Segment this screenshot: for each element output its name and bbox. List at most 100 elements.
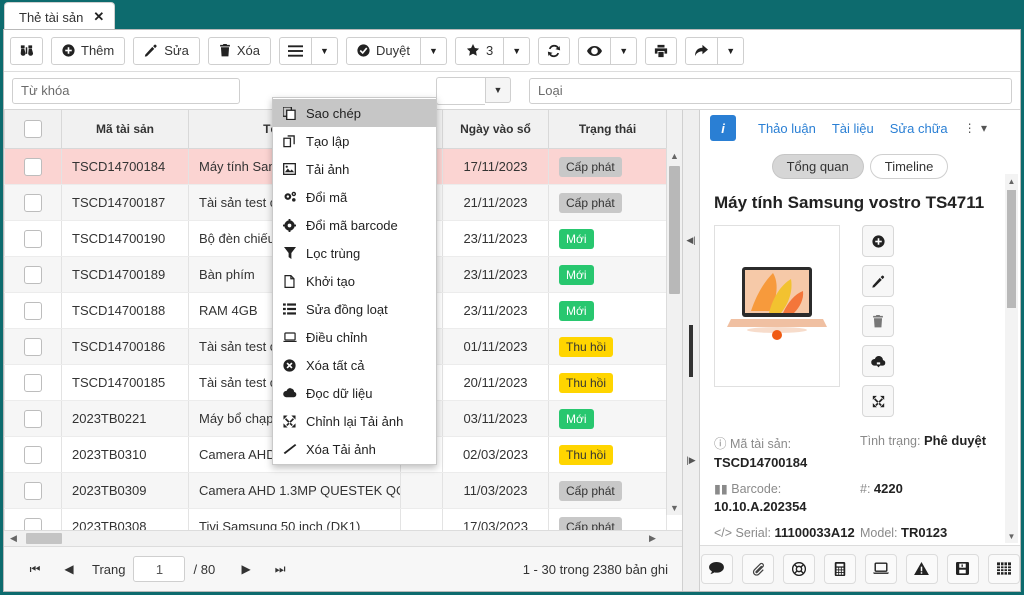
share-caret[interactable]: ▼: [718, 36, 745, 65]
row-checkbox[interactable]: [24, 337, 42, 356]
row-select-cell[interactable]: [4, 256, 62, 293]
approve-caret[interactable]: ▼: [420, 36, 447, 65]
detail-scrollbar[interactable]: ▲ ▼: [1005, 174, 1018, 543]
edit-button[interactable]: Sửa: [133, 36, 200, 65]
comment-button[interactable]: [700, 553, 733, 584]
scroll-up-icon[interactable]: ▲: [1005, 174, 1018, 188]
row-select-cell[interactable]: [4, 364, 62, 401]
next-page-button[interactable]: ▶: [229, 562, 263, 576]
grid-vertical-scrollbar[interactable]: ▲ ▼: [666, 148, 682, 515]
delete-button[interactable]: Xóa: [207, 36, 271, 65]
menu-item-5[interactable]: Lọc trùng: [273, 239, 436, 267]
select-all-header[interactable]: [4, 110, 62, 149]
table-button[interactable]: [987, 553, 1020, 584]
menu-item-10[interactable]: Đọc dữ liệu: [273, 379, 436, 407]
tab-thao-luan[interactable]: Thảo luận: [758, 121, 816, 136]
device-button[interactable]: [864, 553, 897, 584]
last-page-button[interactable]: ⏭: [263, 562, 297, 577]
edit-button[interactable]: [862, 265, 894, 297]
menu-item-3[interactable]: Đổi mã: [273, 183, 436, 211]
scroll-down-icon[interactable]: ▼: [1005, 529, 1018, 543]
tab-sua-chua[interactable]: Sửa chữa: [890, 121, 948, 136]
row-checkbox[interactable]: [24, 157, 42, 176]
row-checkbox[interactable]: [24, 517, 42, 530]
tab-tai-lieu[interactable]: Tài liệu: [832, 121, 874, 136]
menu-item-9[interactable]: Xóa tất cả: [273, 351, 436, 379]
scroll-right-icon[interactable]: ▶: [645, 531, 660, 546]
row-checkbox[interactable]: [24, 445, 42, 464]
menu-item-12[interactable]: Xóa Tải ảnh: [273, 435, 436, 463]
menu-item-7[interactable]: Sửa đồng loạt: [273, 295, 436, 323]
search-button[interactable]: [10, 36, 43, 65]
chevron-down-icon[interactable]: ▼: [485, 76, 511, 103]
support-button[interactable]: [782, 553, 815, 584]
pane-splitter[interactable]: ◀| |▶: [682, 110, 700, 591]
row-checkbox[interactable]: [24, 481, 42, 500]
row-checkbox[interactable]: [24, 229, 42, 248]
row-select-cell[interactable]: [4, 328, 62, 365]
search-input[interactable]: [12, 77, 240, 104]
row-checkbox[interactable]: [24, 265, 42, 284]
prev-page-button[interactable]: ◀: [52, 562, 86, 576]
page-input[interactable]: [133, 556, 186, 582]
table-row[interactable]: 2023TB0309Camera AHD 1.3MP QUESTEK QOB-4…: [4, 472, 682, 509]
row-checkbox[interactable]: [24, 193, 42, 212]
hamburger-button[interactable]: [278, 36, 312, 65]
warning-button[interactable]: [905, 553, 938, 584]
pill-timeline[interactable]: Timeline: [869, 154, 949, 179]
filter-combo-box[interactable]: [436, 76, 485, 105]
more-options-icon[interactable]: ⋮ ▾: [964, 121, 988, 135]
view-button[interactable]: [578, 36, 612, 65]
refresh-button[interactable]: [538, 36, 571, 65]
col-code[interactable]: Mã tài sản: [61, 110, 189, 149]
expand-button[interactable]: [862, 385, 894, 417]
row-select-cell[interactable]: [4, 184, 62, 221]
table-row[interactable]: 2023TB0308 Tivi Samsung 50 inch (DK1) 17/0…: [4, 508, 682, 530]
close-icon[interactable]: ✕: [93, 9, 104, 25]
tab-the-tai-san[interactable]: Thẻ tài sản ✕: [4, 2, 116, 31]
scroll-up-icon[interactable]: ▲: [667, 148, 682, 163]
info-icon[interactable]: i: [710, 115, 736, 141]
view-caret[interactable]: ▼: [611, 36, 638, 65]
col-status[interactable]: Trạng thái: [548, 110, 667, 149]
first-page-button[interactable]: ⏮: [18, 562, 52, 577]
grid-horizontal-scrollbar[interactable]: ◀ ▶: [4, 530, 682, 546]
scroll-down-icon[interactable]: ▼: [667, 500, 682, 515]
print-button[interactable]: [645, 36, 678, 65]
add-button[interactable]: [862, 225, 894, 257]
row-select-cell[interactable]: [4, 220, 62, 257]
menu-item-0[interactable]: Sao chép: [273, 99, 436, 127]
row-select-cell[interactable]: [4, 436, 62, 473]
hamburger-caret[interactable]: ▼: [311, 36, 338, 65]
splitter-handle[interactable]: [689, 324, 693, 377]
menu-item-6[interactable]: Khởi tạo: [273, 267, 436, 295]
select-all-checkbox[interactable]: [24, 120, 42, 138]
favorite-caret[interactable]: ▼: [504, 36, 531, 65]
filter-combo[interactable]: ▼: [436, 76, 511, 105]
scroll-left-icon[interactable]: ◀: [6, 531, 21, 546]
col-date[interactable]: Ngày vào sổ: [442, 110, 549, 149]
product-image[interactable]: [714, 225, 840, 387]
row-checkbox[interactable]: [24, 301, 42, 320]
row-checkbox[interactable]: [24, 373, 42, 392]
row-checkbox[interactable]: [24, 409, 42, 428]
row-select-cell[interactable]: [4, 472, 62, 509]
menu-item-11[interactable]: Chỉnh lại Tải ảnh: [273, 407, 436, 435]
row-select-cell[interactable]: [4, 400, 62, 437]
delete-button[interactable]: [862, 305, 894, 337]
share-button[interactable]: [685, 36, 719, 65]
collapse-left-icon[interactable]: ◀|: [686, 235, 695, 246]
favorite-button[interactable]: 3: [454, 36, 505, 65]
row-select-cell[interactable]: [4, 148, 62, 185]
row-select-cell[interactable]: [4, 292, 62, 329]
download-button[interactable]: [862, 345, 894, 377]
pill-tong-quan[interactable]: Tổng quan: [771, 154, 864, 179]
type-input[interactable]: [529, 77, 1012, 104]
barcode-button[interactable]: [823, 553, 856, 584]
save-button[interactable]: [946, 553, 979, 584]
grid-vscroll-thumb[interactable]: [669, 166, 680, 294]
row-select-cell[interactable]: [4, 508, 62, 530]
menu-item-1[interactable]: Tạo lập: [273, 127, 436, 155]
detail-scroll-thumb[interactable]: [1007, 190, 1016, 308]
menu-item-4[interactable]: Đổi mã barcode: [273, 211, 436, 239]
